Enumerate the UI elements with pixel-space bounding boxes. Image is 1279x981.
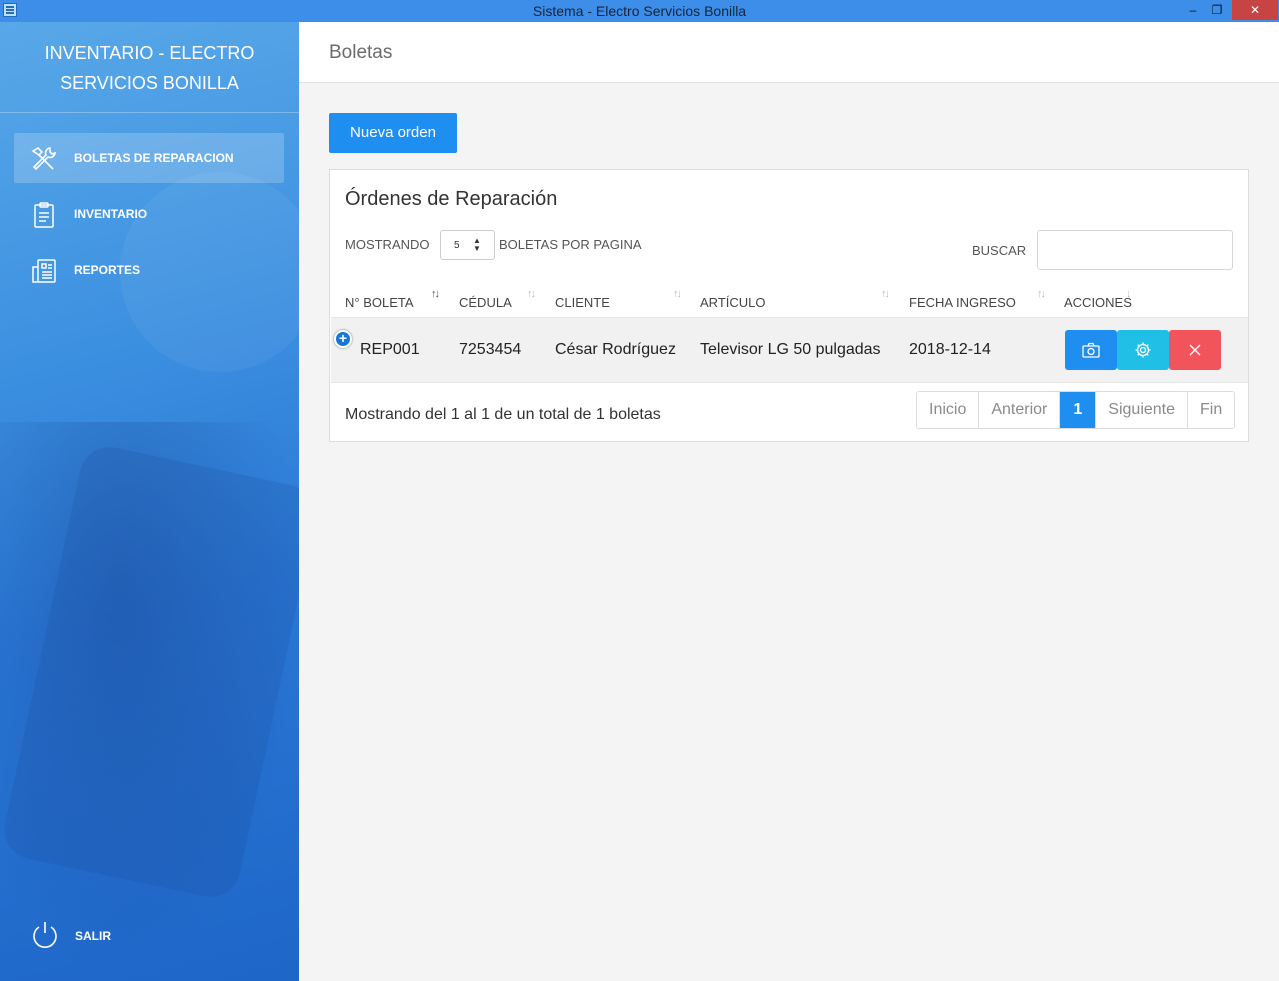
sidebar-item-inventario[interactable]: INVENTARIO — [14, 189, 284, 239]
sort-icon: ↑↓ — [673, 288, 682, 300]
expand-row-icon[interactable]: + — [334, 330, 352, 348]
column-header-articulo[interactable]: ARTÍCULO — [700, 295, 766, 310]
sort-icon: ↓ — [1126, 288, 1131, 300]
sidebar: INVENTARIO - ELECTRO SERVICIOS BONILLA B… — [0, 22, 299, 981]
pagination-first[interactable]: Inicio — [917, 392, 980, 428]
window-title: Sistema - Electro Servicios Bonilla — [532, 3, 747, 19]
column-header-cedula[interactable]: CÉDULA — [459, 295, 512, 310]
orders-table-card: Órdenes de Reparación MOSTRANDO 5 ▲ ▼ BOL… — [329, 169, 1249, 442]
logout-button[interactable]: SALIR — [30, 920, 230, 954]
sidebar-item-label: INVENTARIO — [74, 207, 148, 221]
column-header-acciones: ACCIONES — [1064, 295, 1132, 310]
sort-icon: ↑↓ — [881, 288, 890, 300]
report-icon — [32, 259, 56, 283]
cell-boleta: REP001 — [360, 341, 420, 358]
page-length-value: 5 — [454, 240, 460, 251]
new-order-button[interactable]: Nueva orden — [329, 113, 457, 153]
column-header-boleta[interactable]: N° BOLETA — [345, 295, 414, 310]
brand-line-1: INVENTARIO - ELECTRO — [44, 43, 255, 63]
sidebar-item-label: REPORTES — [74, 263, 141, 277]
column-header-fecha[interactable]: FECHA INGRESO — [909, 295, 1016, 310]
maximize-button[interactable]: ❐ — [1204, 0, 1230, 20]
cell-articulo: Televisor LG 50 pulgadas — [700, 341, 881, 358]
page-length-suffix: BOLETAS POR PAGINA — [499, 237, 642, 252]
sort-icon: ↑↓ — [527, 288, 536, 300]
table-row: + REP001 7253454 César Rodríguez Televis… — [331, 317, 1248, 383]
logout-label: SALIR — [75, 929, 111, 943]
tools-icon — [31, 146, 56, 171]
edit-order-button[interactable] — [1117, 330, 1169, 370]
pagination-last[interactable]: Fin — [1188, 392, 1235, 428]
pagination-page-1[interactable]: 1 — [1060, 392, 1097, 428]
search-label: BUSCAR — [972, 243, 1027, 258]
pagination-next[interactable]: Siguiente — [1096, 392, 1189, 428]
brand-divider — [0, 112, 299, 113]
cell-cliente: César Rodríguez — [555, 341, 676, 358]
power-icon — [33, 922, 57, 948]
search-input[interactable] — [1037, 230, 1233, 270]
sort-icon: ↑↓ — [1037, 288, 1046, 300]
page-title: Boletas — [329, 42, 393, 63]
clipboard-icon — [34, 202, 54, 228]
close-icon — [1189, 344, 1201, 356]
cell-cedula: 7253454 — [459, 341, 522, 358]
page-length-select[interactable]: 5 ▲ ▼ — [440, 230, 495, 260]
page-length-prefix: MOSTRANDO — [345, 237, 430, 252]
page-header: Boletas — [299, 22, 1279, 83]
table-title: Órdenes de Reparación — [345, 188, 558, 210]
table-info: Mostrando del 1 al 1 de un total de 1 bo… — [345, 406, 661, 423]
view-photo-button[interactable] — [1065, 330, 1117, 370]
sidebar-item-boletas[interactable]: BOLETAS DE REPARACION — [14, 133, 284, 183]
sort-asc-icon: ↑↓ — [431, 288, 440, 300]
cell-fecha: 2018-12-14 — [909, 341, 991, 358]
pagination-prev[interactable]: Anterior — [979, 392, 1061, 428]
gear-icon — [1135, 342, 1151, 358]
sidebar-item-label: BOLETAS DE REPARACION — [74, 151, 234, 165]
brand-title: INVENTARIO - ELECTRO SERVICIOS BONILLA — [0, 38, 299, 98]
column-header-cliente[interactable]: CLIENTE — [555, 295, 610, 310]
brand-line-2: SERVICIOS BONILLA — [60, 73, 239, 93]
window-titlebar: Sistema - Electro Servicios Bonilla ‒ ❐ … — [0, 0, 1279, 22]
camera-icon — [1082, 342, 1100, 358]
sidebar-item-reportes[interactable]: REPORTES — [14, 245, 284, 295]
minimize-button[interactable]: ‒ — [1180, 0, 1206, 20]
pagination: Inicio Anterior 1 Siguiente Fin — [916, 391, 1236, 429]
close-window-button[interactable]: ✕ — [1232, 0, 1278, 20]
select-arrows-icon: ▲ ▼ — [473, 236, 481, 253]
delete-order-button[interactable] — [1169, 330, 1221, 370]
